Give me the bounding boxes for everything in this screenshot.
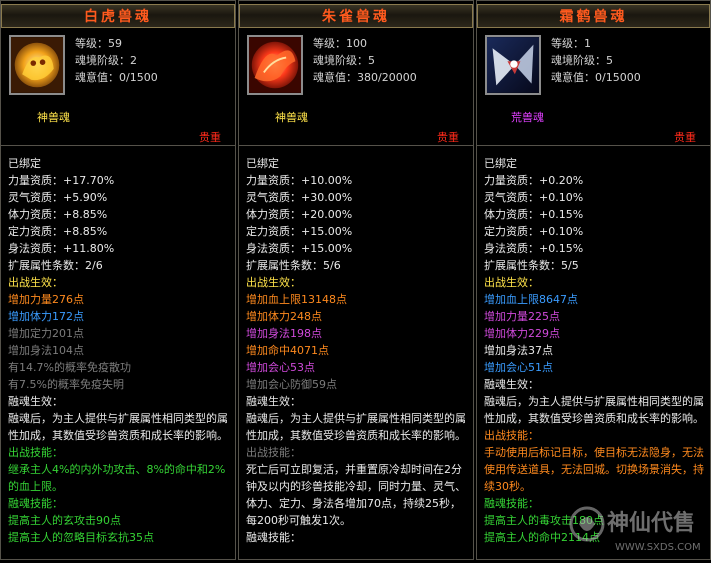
attribute-line: 灵气资质：+30.00% [246,191,353,204]
attribute-line: 提高主人的忽略目标玄抗35点 [8,531,154,544]
attribute-line: 融魂后，为主人提供与扩展属性相同类型的属性加成，其数值受珍兽资质和成长率的影响。 [8,412,228,442]
attribute-list: 已绑定力量资质：+17.70% 灵气资质：+5.90% 体力资质：+8.85% 定力资… [0,146,236,560]
attribute-line: 扩展属性条数：5/6 [246,259,341,272]
soul-text: 魂意值：0/1500 [75,71,158,84]
watermark-site: WWW.SXDS.COM [615,542,701,553]
attribute-line: 增加血上限8647点 [484,293,578,306]
attribute-line: 体力资质：+0.15% [484,208,584,221]
attribute-line: 力量资质：+17.70% [8,174,115,187]
attribute-line: 增加身法104点 [8,344,84,357]
attribute-line: 出战生效： [246,276,301,289]
kind-text: 神兽魂 [275,111,308,124]
white-tiger-icon[interactable] [9,35,65,95]
attribute-line: 出战生效： [484,276,539,289]
rarity-text: 贵重 [437,131,459,144]
attribute-line: 增加体力229点 [484,327,560,340]
attribute-line: 有7.5%的概率免疫失明 [8,378,124,391]
tier-text: 魂境阶级：5 [551,54,613,67]
attribute-line: 增加血上限13148点 [246,293,347,306]
tier-text: 魂境阶级：5 [313,54,375,67]
attribute-line: 灵气资质：+5.90% [8,191,108,204]
attribute-line: 增加定力201点 [8,327,84,340]
attribute-line: 灵气资质：+0.10% [484,191,584,204]
vermilion-bird-icon[interactable] [247,35,303,95]
attribute-line: 融魂技能： [246,531,301,544]
attribute-line: 出战技能： [484,429,539,442]
panel-header: 白虎兽魂 等级：59 魂境阶级：2 魂意值：0/1500 神兽魂 贵重 [0,0,236,146]
rarity-text: 贵重 [674,131,696,144]
soul-text: 魂意值：380/20000 [313,71,417,84]
attribute-line: 出战技能： [246,446,301,459]
attribute-line: 力量资质：+0.20% [484,174,584,187]
tier-text: 魂境阶级：2 [75,54,137,67]
attribute-line: 定力资质：+8.85% [8,225,108,238]
level-text: 等级：100 [313,37,367,50]
attribute-line: 有14.7%的概率免疫散功 [8,361,131,374]
attribute-line: 身法资质：+11.80% [8,242,115,255]
attribute-line: 增加身法198点 [246,327,322,340]
attribute-line: 增加会心防御59点 [246,378,337,391]
attribute-line: 继承主人4%的内外功攻击、8%的命中和2%的血上限。 [8,463,226,493]
watermark-logo: 神仙代售 WWW.SXDS.COM [565,488,705,560]
attribute-line: 扩展属性条数：2/6 [8,259,103,272]
panel-white-tiger: 白虎兽魂 等级：59 魂境阶级：2 魂意值：0/1500 神兽魂 贵重 已绑定力… [0,0,236,560]
attribute-line: 融魂生效： [8,395,63,408]
kind-text: 荒兽魂 [511,111,544,124]
panel-title: 霜鹤兽魂 [477,4,710,28]
attribute-line: 融魂后，为主人提供与扩展属性相同类型的属性加成，其数值受珍兽资质和成长率的影响。 [484,395,704,425]
attribute-line: 身法资质：+0.15% [484,242,584,255]
attribute-line: 增加会心51点 [484,361,553,374]
panel-title: 朱雀兽魂 [239,4,473,28]
attribute-line: 定力资质：+15.00% [246,225,353,238]
level-text: 等级：1 [551,37,591,50]
panel-header: 霜鹤兽魂 等级：1 魂境阶级：5 魂意值：0/15000 荒兽魂 贵重 [476,0,711,146]
attribute-line: 融魂后，为主人提供与扩展属性相同类型的属性加成，其数值受珍兽资质和成长率的影响。 [246,412,466,442]
attribute-line: 增加体力248点 [246,310,322,323]
attribute-list: 已绑定力量资质：+10.00% 灵气资质：+30.00% 体力资质：+20.00% 定… [238,146,474,560]
frost-crane-icon[interactable] [485,35,541,95]
attribute-line: 已绑定 [246,157,279,170]
attribute-line: 体力资质：+8.85% [8,208,108,221]
attribute-line: 已绑定 [484,157,517,170]
soul-text: 魂意值：0/15000 [551,71,641,84]
attribute-line: 定力资质：+0.10% [484,225,584,238]
attribute-line: 力量资质：+10.00% [246,174,353,187]
attribute-line: 身法资质：+15.00% [246,242,353,255]
attribute-line: 体力资质：+20.00% [246,208,353,221]
stats-block: 等级：1 魂境阶级：5 魂意值：0/15000 [551,35,641,86]
attribute-line: 出战技能： [8,446,63,459]
panel-title: 白虎兽魂 [1,4,235,28]
attribute-line: 出战生效： [8,276,63,289]
attribute-line: 已绑定 [8,157,41,170]
attribute-line: 增加力量276点 [8,293,84,306]
attribute-line: 融魂生效： [484,378,539,391]
attribute-line: 增加命中4071点 [246,344,329,357]
stats-block: 等级：100 魂境阶级：5 魂意值：380/20000 [313,35,417,86]
panel-vermilion-bird: 朱雀兽魂 等级：100 魂境阶级：5 魂意值：380/20000 神兽魂 贵重 … [238,0,474,560]
watermark-text: 神仙代售 [607,510,695,536]
attribute-line: 增加体力172点 [8,310,84,323]
attribute-line: 增加会心53点 [246,361,315,374]
attribute-line: 提高主人的玄攻击90点 [8,514,121,527]
attribute-line: 增加身法37点 [484,344,553,357]
panel-frost-crane: 霜鹤兽魂 等级：1 魂境阶级：5 魂意值：0/15000 荒兽魂 贵重 已绑定力… [476,0,711,560]
level-text: 等级：59 [75,37,122,50]
attribute-line: 融魂技能： [8,497,63,510]
stats-block: 等级：59 魂境阶级：2 魂意值：0/1500 [75,35,158,86]
attribute-line: 死亡后可立即复活，并重置原冷却时间在2分钟及以内的珍兽技能冷却，同时力量、灵气、… [246,463,466,527]
rarity-text: 贵重 [199,131,221,144]
panel-header: 朱雀兽魂 等级：100 魂境阶级：5 魂意值：380/20000 神兽魂 贵重 [238,0,474,146]
attribute-line: 扩展属性条数：5/5 [484,259,579,272]
kind-text: 神兽魂 [37,111,70,124]
attribute-line: 增加力量225点 [484,310,560,323]
attribute-line: 融魂生效： [246,395,301,408]
